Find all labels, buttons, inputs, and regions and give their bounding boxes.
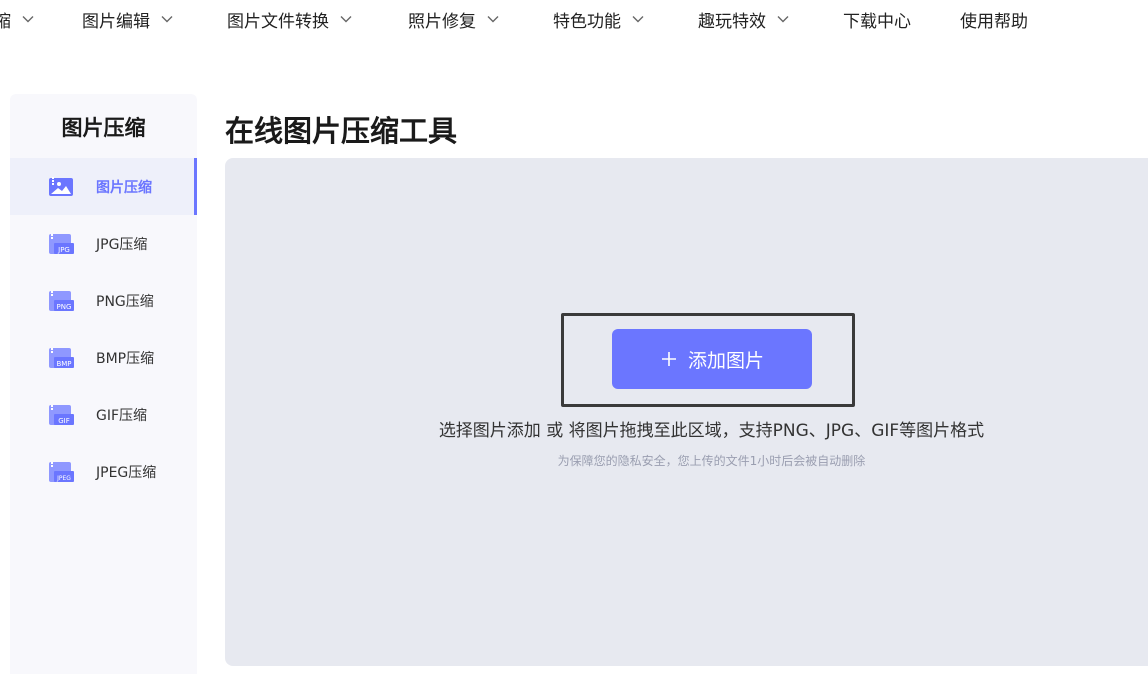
file-badge: JPEG bbox=[56, 475, 71, 482]
bmp-file-icon: BMP bbox=[48, 347, 74, 369]
sidebar-item-label: 图片压缩 bbox=[96, 180, 152, 196]
sidebar-item-jpg[interactable]: JPG JPG压缩 bbox=[10, 215, 197, 272]
file-badge: BMP bbox=[56, 360, 71, 368]
nav-item-label: 下载中心 bbox=[843, 11, 911, 32]
sidebar-item-label: JPEG压缩 bbox=[96, 465, 157, 481]
png-file-icon: PNG bbox=[48, 290, 74, 312]
sidebar-item-label: BMP压缩 bbox=[96, 351, 155, 367]
nav-item-image-edit[interactable]: 图片编辑 bbox=[82, 6, 174, 32]
sidebar-item-jpeg[interactable]: JPEG JPEG压缩 bbox=[10, 443, 197, 500]
chevron-down-icon bbox=[21, 12, 35, 26]
chevron-down-icon bbox=[339, 12, 353, 26]
nav-item-label: 图片编辑 bbox=[82, 11, 150, 32]
upload-hint: 选择图片添加 或 将图片拖拽至此区域，支持PNG、JPG、GIF等图片格式 bbox=[438, 421, 985, 441]
chevron-down-icon bbox=[160, 12, 174, 26]
sidebar-item-label: JPG压缩 bbox=[96, 237, 148, 253]
file-badge: GIF bbox=[58, 417, 70, 425]
sidebar-item-png[interactable]: PNG PNG压缩 bbox=[10, 272, 197, 329]
chevron-down-icon bbox=[486, 12, 500, 26]
privacy-notice: 为保障您的隐私安全，您上传的文件1小时后会被自动删除 bbox=[557, 454, 866, 468]
chevron-down-icon bbox=[776, 12, 790, 26]
nav-item-label: 缩 bbox=[0, 11, 11, 32]
nav-item-photo-repair[interactable]: 照片修复 bbox=[408, 6, 500, 32]
nav-item-fun-effects[interactable]: 趣玩特效 bbox=[698, 6, 790, 32]
nav-item-label: 特色功能 bbox=[553, 11, 621, 32]
nav-item-label: 图片文件转换 bbox=[227, 11, 329, 32]
nav-item-file-convert[interactable]: 图片文件转换 bbox=[227, 6, 353, 32]
sidebar-title: 图片压缩 bbox=[61, 116, 146, 140]
image-compress-icon bbox=[48, 176, 74, 198]
sidebar: 图片压缩 图片压缩 JPG JPG压缩 PNG PNG压缩 BMP BMP压缩 … bbox=[10, 94, 197, 674]
nav-item-label: 照片修复 bbox=[408, 11, 476, 32]
file-badge: PNG bbox=[57, 303, 72, 311]
sidebar-item-label: PNG压缩 bbox=[96, 294, 154, 310]
jpeg-file-icon: JPEG bbox=[48, 461, 74, 483]
page: 缩 图片编辑 图片文件转换 照片修复 特色功能 趣玩特效 下载中心 使用帮助 图… bbox=[0, 0, 1148, 674]
add-image-label: 添加图片 bbox=[687, 349, 764, 372]
sidebar-item-gif[interactable]: GIF GIF压缩 bbox=[10, 386, 197, 443]
nav-item-features[interactable]: 特色功能 bbox=[553, 6, 645, 32]
top-nav: 缩 图片编辑 图片文件转换 照片修复 特色功能 趣玩特效 下载中心 使用帮助 bbox=[0, 0, 1148, 40]
nav-item-help[interactable]: 使用帮助 bbox=[960, 6, 1028, 32]
add-image-button[interactable]: 添加图片 bbox=[612, 329, 812, 389]
nav-item-download-center[interactable]: 下载中心 bbox=[843, 6, 911, 32]
nav-item-label: 趣玩特效 bbox=[698, 11, 766, 32]
nav-item-label: 使用帮助 bbox=[960, 11, 1028, 32]
file-badge: JPG bbox=[57, 246, 70, 254]
page-title: 在线图片压缩工具 bbox=[225, 114, 458, 148]
plus-icon bbox=[660, 350, 678, 368]
sidebar-item-image-compress[interactable]: 图片压缩 bbox=[10, 158, 197, 215]
sidebar-item-label: GIF压缩 bbox=[96, 408, 148, 424]
jpg-file-icon: JPG bbox=[48, 233, 74, 255]
upload-dropzone[interactable] bbox=[225, 158, 1148, 666]
nav-item-compress[interactable]: 缩 bbox=[0, 6, 35, 32]
chevron-down-icon bbox=[631, 12, 645, 26]
gif-file-icon: GIF bbox=[48, 404, 74, 426]
sidebar-item-bmp[interactable]: BMP BMP压缩 bbox=[10, 329, 197, 386]
